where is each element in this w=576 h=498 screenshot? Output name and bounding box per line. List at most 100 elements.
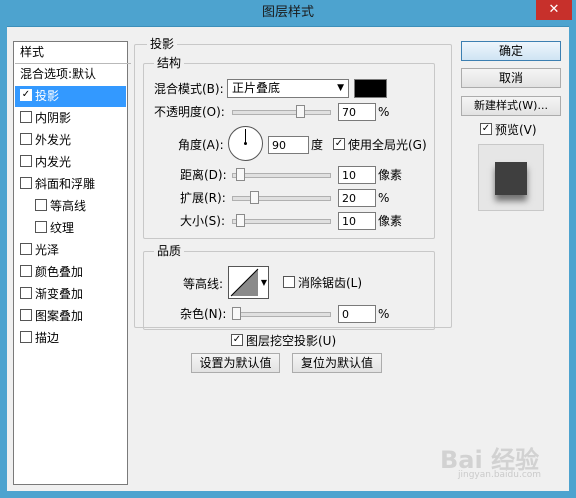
angle-label: 角度(A):: [178, 138, 224, 152]
close-button[interactable]: ✕: [536, 0, 572, 20]
size-unit: 像素: [378, 214, 403, 228]
size-slider-track[interactable]: [232, 219, 331, 224]
style-item[interactable]: 投影: [15, 86, 126, 107]
style-item[interactable]: 混合选项:默认: [15, 64, 126, 85]
preview-checkbox[interactable]: 预览(V): [480, 121, 537, 139]
style-item-label: 光泽: [35, 243, 60, 257]
checkbox-icon[interactable]: [20, 155, 32, 167]
checkbox-icon[interactable]: [20, 309, 32, 321]
spread-input[interactable]: 20: [338, 189, 376, 207]
style-item-label: 图案叠加: [35, 309, 84, 323]
style-item[interactable]: 等高线: [15, 196, 126, 217]
knockout-checkbox[interactable]: 图层挖空投影(U): [231, 332, 336, 350]
distance-input[interactable]: 10: [338, 166, 376, 184]
style-item[interactable]: 斜面和浮雕: [15, 174, 126, 195]
watermark-url: jingyan.baidu.com: [458, 470, 542, 480]
size-input[interactable]: 10: [338, 212, 376, 230]
contour-label: 等高线:: [183, 277, 224, 291]
checkbox-icon[interactable]: [20, 243, 32, 255]
cancel-button[interactable]: 取消: [461, 68, 561, 88]
antialias-checkbox[interactable]: 消除锯齿(L): [283, 274, 362, 292]
blend-mode-label: 混合模式(B):: [154, 82, 224, 96]
checkbox-icon[interactable]: [20, 331, 32, 343]
style-item-label: 颜色叠加: [35, 265, 84, 279]
noise-unit: %: [378, 307, 390, 321]
checkbox-icon[interactable]: [20, 287, 32, 299]
checkbox-icon[interactable]: [20, 177, 32, 189]
checkbox-icon: [231, 334, 243, 346]
blend-mode-select[interactable]: 正片叠底 ▼: [227, 79, 349, 98]
style-item[interactable]: 颜色叠加: [15, 262, 126, 283]
noise-slider-track[interactable]: [232, 312, 331, 317]
style-item-label: 外发光: [35, 133, 72, 147]
angle-dial[interactable]: [228, 126, 263, 161]
style-item-label: 混合选项:默认: [20, 67, 97, 81]
make-default-button[interactable]: 设置为默认值: [191, 353, 280, 373]
new-style-button[interactable]: 新建样式(W)...: [461, 96, 561, 116]
noise-label: 杂色(N):: [180, 307, 227, 321]
style-preview-thumbnail: [478, 144, 544, 211]
checkbox-icon[interactable]: [20, 111, 32, 123]
checkbox-icon[interactable]: [35, 199, 47, 211]
distance-slider-track[interactable]: [232, 173, 331, 178]
distance-label: 距离(D):: [180, 168, 227, 182]
antialias-label: 消除锯齿(L): [298, 276, 363, 290]
style-item[interactable]: 内发光: [15, 152, 126, 173]
preview-label: 预览(V): [495, 123, 537, 137]
style-item[interactable]: 内阴影: [15, 108, 126, 129]
noise-slider-thumb[interactable]: [232, 307, 241, 320]
spread-slider-thumb[interactable]: [250, 191, 259, 204]
distance-unit: 像素: [378, 168, 403, 182]
opacity-unit: %: [378, 105, 390, 119]
style-item[interactable]: 光泽: [15, 240, 126, 261]
style-item[interactable]: 图案叠加: [15, 306, 126, 327]
contour-linear-icon: [230, 268, 259, 297]
chevron-down-icon: ▼: [337, 83, 344, 93]
style-item[interactable]: 渐变叠加: [15, 284, 126, 305]
blend-color-swatch[interactable]: [354, 79, 387, 98]
style-item-label: 渐变叠加: [35, 287, 84, 301]
chevron-down-icon: ▼: [260, 278, 268, 287]
size-slider-thumb[interactable]: [236, 214, 245, 227]
style-item-label: 描边: [35, 331, 60, 345]
distance-slider-thumb[interactable]: [236, 168, 245, 181]
size-label: 大小(S):: [180, 214, 226, 228]
style-item[interactable]: 外发光: [15, 130, 126, 151]
checkbox-icon[interactable]: [20, 133, 32, 145]
opacity-slider-thumb[interactable]: [296, 105, 305, 118]
angle-input[interactable]: 90: [268, 136, 309, 154]
window-border-right: [569, 26, 576, 498]
ok-button[interactable]: 确定: [461, 41, 561, 61]
style-item-label: 投影: [35, 89, 60, 103]
preview-swatch: [495, 162, 527, 195]
opacity-input[interactable]: 70: [338, 103, 376, 121]
style-item-label: 等高线: [50, 199, 87, 213]
spread-label: 扩展(R):: [180, 191, 226, 205]
contour-dropdown-button[interactable]: ▼: [260, 266, 269, 299]
quality-title: 品质: [154, 244, 185, 258]
style-item[interactable]: 描边: [15, 328, 126, 349]
contour-preview[interactable]: [228, 266, 261, 299]
checkbox-icon[interactable]: [35, 221, 47, 233]
opacity-slider-track[interactable]: [232, 110, 331, 115]
checkbox-icon[interactable]: [20, 89, 32, 101]
spread-slider-track[interactable]: [232, 196, 331, 201]
global-light-checkbox[interactable]: 使用全局光(G): [333, 136, 427, 154]
checkbox-icon: [283, 276, 295, 288]
window-border-bottom: [0, 491, 576, 498]
opacity-label: 不透明度(O):: [154, 105, 225, 119]
angle-dial-center: [244, 142, 247, 145]
checkbox-icon: [480, 123, 492, 135]
checkbox-icon[interactable]: [20, 265, 32, 277]
knockout-label: 图层挖空投影(U): [246, 334, 337, 348]
drop-shadow-title: 投影: [147, 37, 178, 51]
blend-mode-value: 正片叠底: [232, 81, 281, 95]
style-item[interactable]: 纹理: [15, 218, 126, 239]
styles-list-header: 样式: [15, 42, 131, 64]
global-light-label: 使用全局光(G): [348, 138, 427, 152]
checkbox-icon: [333, 138, 345, 150]
style-item-label: 斜面和浮雕: [35, 177, 96, 191]
reset-default-button[interactable]: 复位为默认值: [292, 353, 382, 373]
noise-input[interactable]: 0: [338, 305, 376, 323]
angle-unit: 度: [311, 138, 324, 152]
